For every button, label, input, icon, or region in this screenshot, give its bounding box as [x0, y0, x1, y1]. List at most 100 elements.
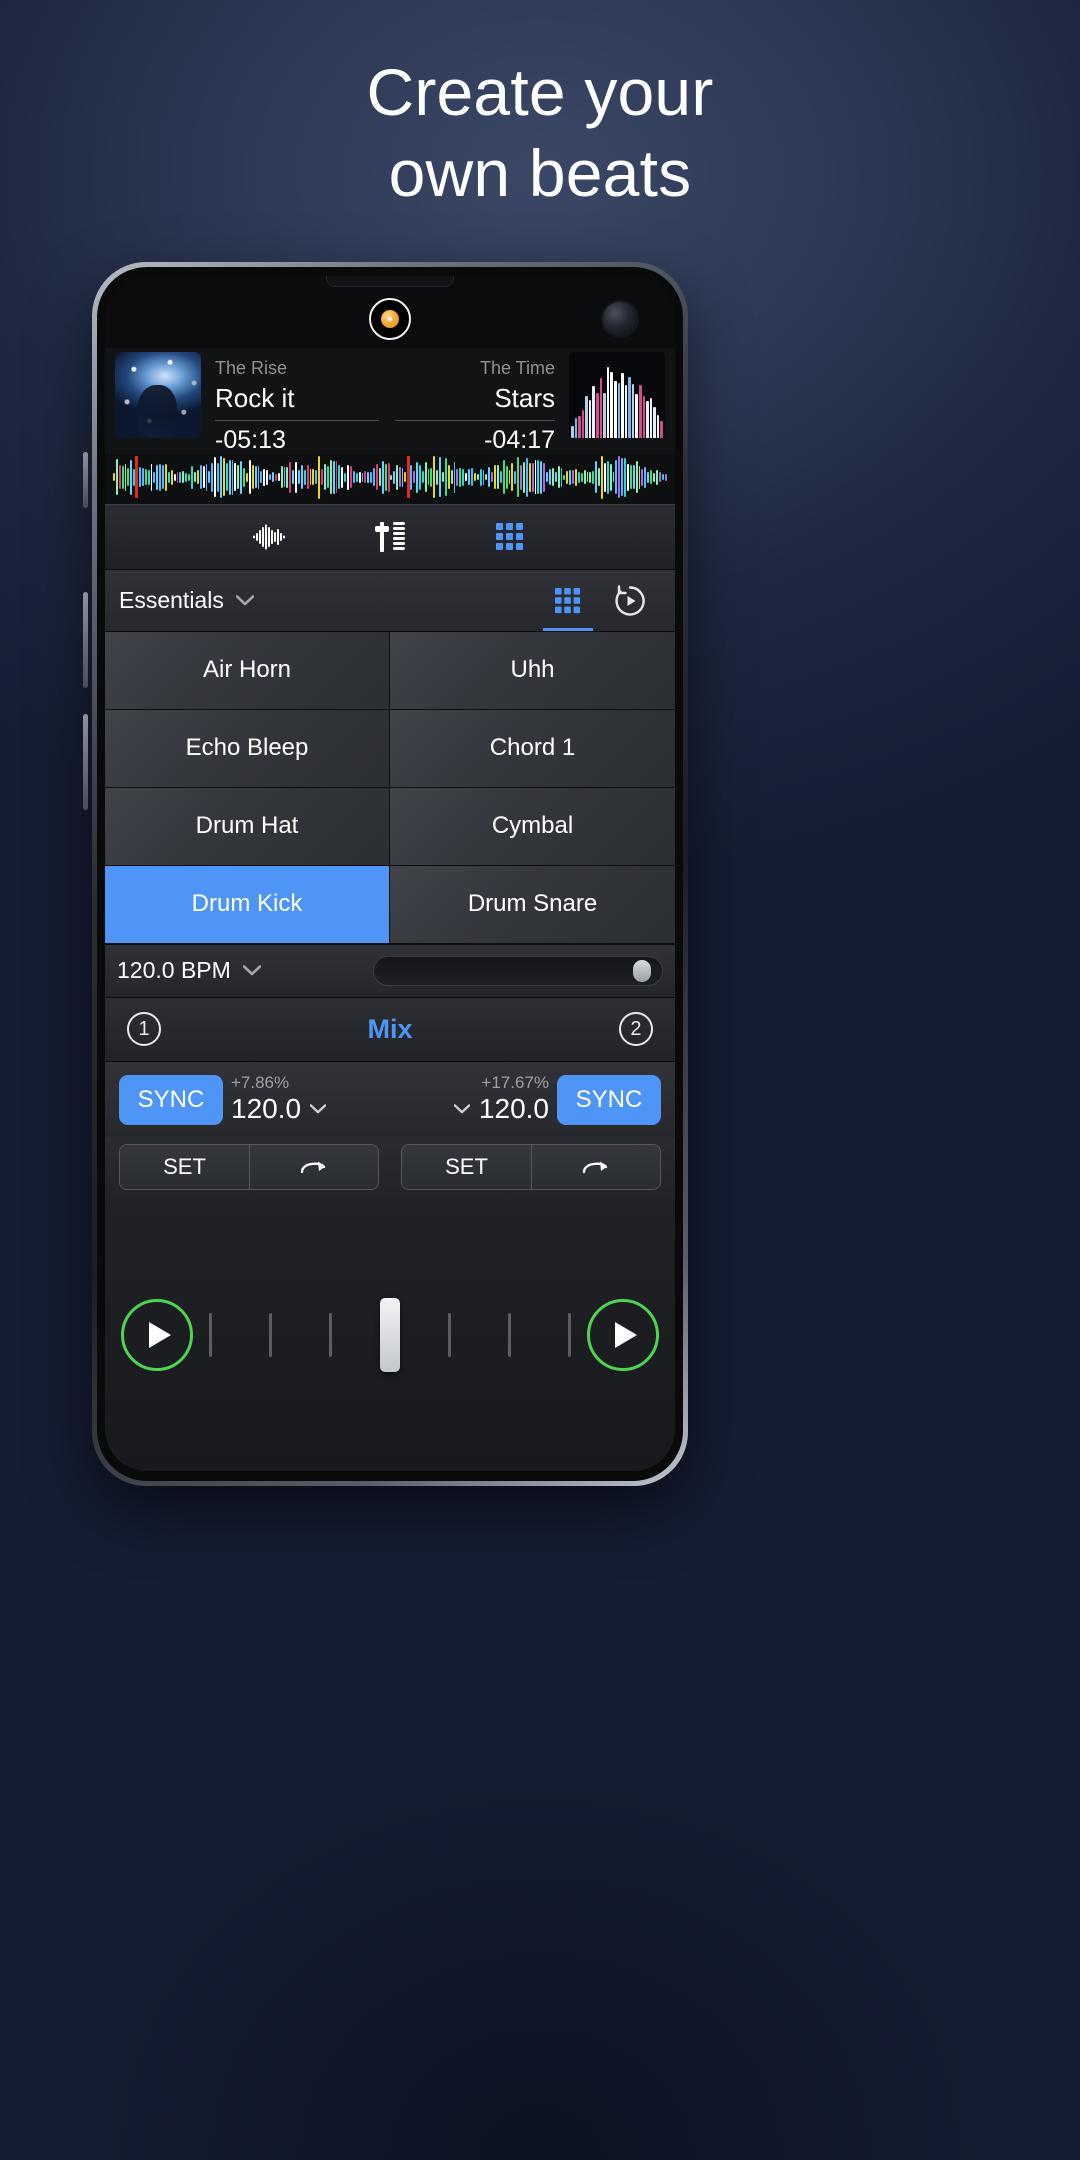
set-group-left: SET — [119, 1143, 379, 1190]
loop-arrow-icon — [300, 1161, 326, 1173]
phone-mockup: The Rise Rock it -05:13 The Time Stars -… — [83, 262, 688, 1486]
camera-lens-dot — [381, 310, 399, 328]
crossfader-tick — [448, 1313, 452, 1358]
transport-row — [105, 1199, 675, 1471]
phone-side-button-volume-up — [83, 592, 88, 688]
set-row: SET SET — [105, 1137, 675, 1200]
view-toolbar — [105, 504, 675, 570]
loop-button-right[interactable] — [531, 1144, 660, 1189]
pad-button[interactable]: Cymbal — [390, 787, 675, 866]
deck-time-right: -04:17 — [484, 426, 555, 455]
chevron-down-icon — [242, 965, 261, 976]
deck-title-left: Rock it — [215, 382, 295, 413]
phone-bezel: The Rise Rock it -05:13 The Time Stars -… — [97, 267, 683, 1481]
deck-selector-1[interactable]: 1 — [127, 1012, 161, 1046]
deck-time-left: -05:13 — [215, 426, 286, 455]
bpm-selector[interactable]: 120.0 BPM — [117, 957, 261, 984]
deck-artist-left: The Rise — [215, 358, 288, 378]
pad-label: Air Horn — [202, 656, 292, 684]
crossfader[interactable] — [203, 1297, 577, 1373]
pitch-bpm-right: 120.0 — [394, 1093, 549, 1125]
crossfader-handle[interactable] — [380, 1298, 400, 1373]
play-button-left[interactable] — [121, 1299, 193, 1372]
pad-button[interactable]: Air Horn — [105, 632, 390, 710]
pitch-left[interactable]: +7.86% 120.0 — [231, 1073, 386, 1125]
deck-selector-2[interactable]: 2 — [618, 1012, 653, 1046]
loop-arrow-icon — [582, 1161, 608, 1173]
waveform-icon[interactable] — [249, 520, 291, 554]
waveform-left[interactable] — [113, 454, 390, 500]
pad-label: Echo Bleep — [185, 734, 309, 762]
pad-label: Drum Snare — [467, 890, 598, 918]
pad-button[interactable]: Drum Hat — [105, 787, 390, 866]
pad-panel-header: Essentials — [105, 570, 675, 632]
promo-headline: Create your own beats — [0, 52, 1080, 213]
deck-artist-right: The Time — [479, 358, 555, 378]
pad-button[interactable]: Uhh — [390, 632, 675, 710]
waveform-row — [105, 454, 675, 504]
tab-pad-grid[interactable] — [537, 570, 599, 631]
pad-label: Chord 1 — [489, 734, 576, 762]
phone-notch — [326, 276, 454, 287]
cue-marker-right[interactable] — [406, 456, 410, 498]
camera-secondary-icon — [603, 302, 637, 336]
tab-loop-player[interactable] — [599, 570, 661, 631]
album-art-left[interactable] — [115, 352, 201, 438]
mix-row: 1 Mix 2 — [105, 997, 675, 1062]
pad-button[interactable]: Chord 1 — [390, 709, 675, 788]
bpm-bar: 120.0 BPM — [105, 943, 675, 998]
waveform-right[interactable] — [390, 454, 667, 500]
play-icon — [615, 1322, 637, 1349]
bpm-slider-knob[interactable] — [632, 959, 651, 982]
chevron-down-icon — [235, 595, 254, 606]
deck-info-row: The Rise Rock it -05:13 The Time Stars -… — [105, 348, 675, 454]
album-art-right-spectrum — [569, 352, 665, 438]
deck-number-1: 1 — [138, 1017, 150, 1040]
app-screen: The Rise Rock it -05:13 The Time Stars -… — [105, 276, 675, 1471]
waveform-right-bars — [390, 454, 667, 500]
deck-meta-right[interactable]: The Time Stars -04:17 — [387, 352, 569, 454]
sync-button-left[interactable]: SYNC — [119, 1074, 223, 1125]
pad-button-active[interactable]: Drum Kick — [105, 865, 390, 944]
pad-label: Drum Hat — [195, 812, 299, 840]
pad-category-selector[interactable]: Essentials — [119, 587, 254, 614]
pitch-bpm-right-value: 120.0 — [478, 1092, 549, 1124]
crossfader-tick — [508, 1313, 512, 1358]
phone-side-button-power — [83, 452, 88, 508]
play-icon — [149, 1322, 171, 1349]
pitch-percent-left: +7.86% — [231, 1073, 290, 1093]
sync-button-right[interactable]: SYNC — [557, 1074, 661, 1125]
mix-tab[interactable]: Mix — [367, 1014, 412, 1045]
chevron-down-icon[interactable] — [310, 1104, 327, 1114]
deck-number-2: 2 — [630, 1017, 642, 1040]
bpm-slider[interactable] — [373, 955, 663, 986]
deck-meta-left[interactable]: The Rise Rock it -05:13 — [201, 352, 387, 454]
pad-label: Uhh — [510, 656, 555, 684]
pitch-right[interactable]: +17.67% 120.0 — [394, 1073, 549, 1125]
headline-line-2: own beats — [388, 135, 692, 210]
set-button-left[interactable]: SET — [120, 1144, 249, 1189]
chevron-down-icon[interactable] — [453, 1104, 470, 1114]
mixer-fader-icon[interactable] — [369, 520, 411, 554]
play-button-right[interactable] — [587, 1299, 659, 1372]
set-button-right[interactable]: SET — [402, 1144, 531, 1189]
loop-play-icon — [615, 584, 645, 616]
camera-lens-icon — [369, 298, 411, 340]
pad-button[interactable]: Echo Bleep — [105, 709, 390, 788]
album-art-right[interactable] — [569, 352, 665, 438]
crossfader-tick — [328, 1313, 332, 1358]
set-group-right: SET — [401, 1143, 661, 1190]
pad-grid-icon[interactable] — [489, 520, 531, 554]
pad-button[interactable]: Drum Snare — [390, 865, 675, 944]
pad-label: Drum Kick — [191, 890, 303, 918]
deck-divider-right — [395, 420, 555, 422]
pad-category-label: Essentials — [119, 587, 224, 613]
loop-button-left[interactable] — [249, 1144, 378, 1189]
pitch-bpm-left-value: 120.0 — [231, 1092, 302, 1124]
pitch-percent-right: +17.67% — [481, 1073, 549, 1093]
crossfader-tick — [209, 1313, 212, 1358]
pitch-bpm-left: 120.0 — [231, 1093, 386, 1125]
pad-grid: Air Horn Uhh Echo Bleep Chord 1 Drum Hat… — [105, 632, 675, 944]
cue-marker-left[interactable] — [135, 456, 139, 498]
crossfader-tick — [268, 1313, 272, 1358]
